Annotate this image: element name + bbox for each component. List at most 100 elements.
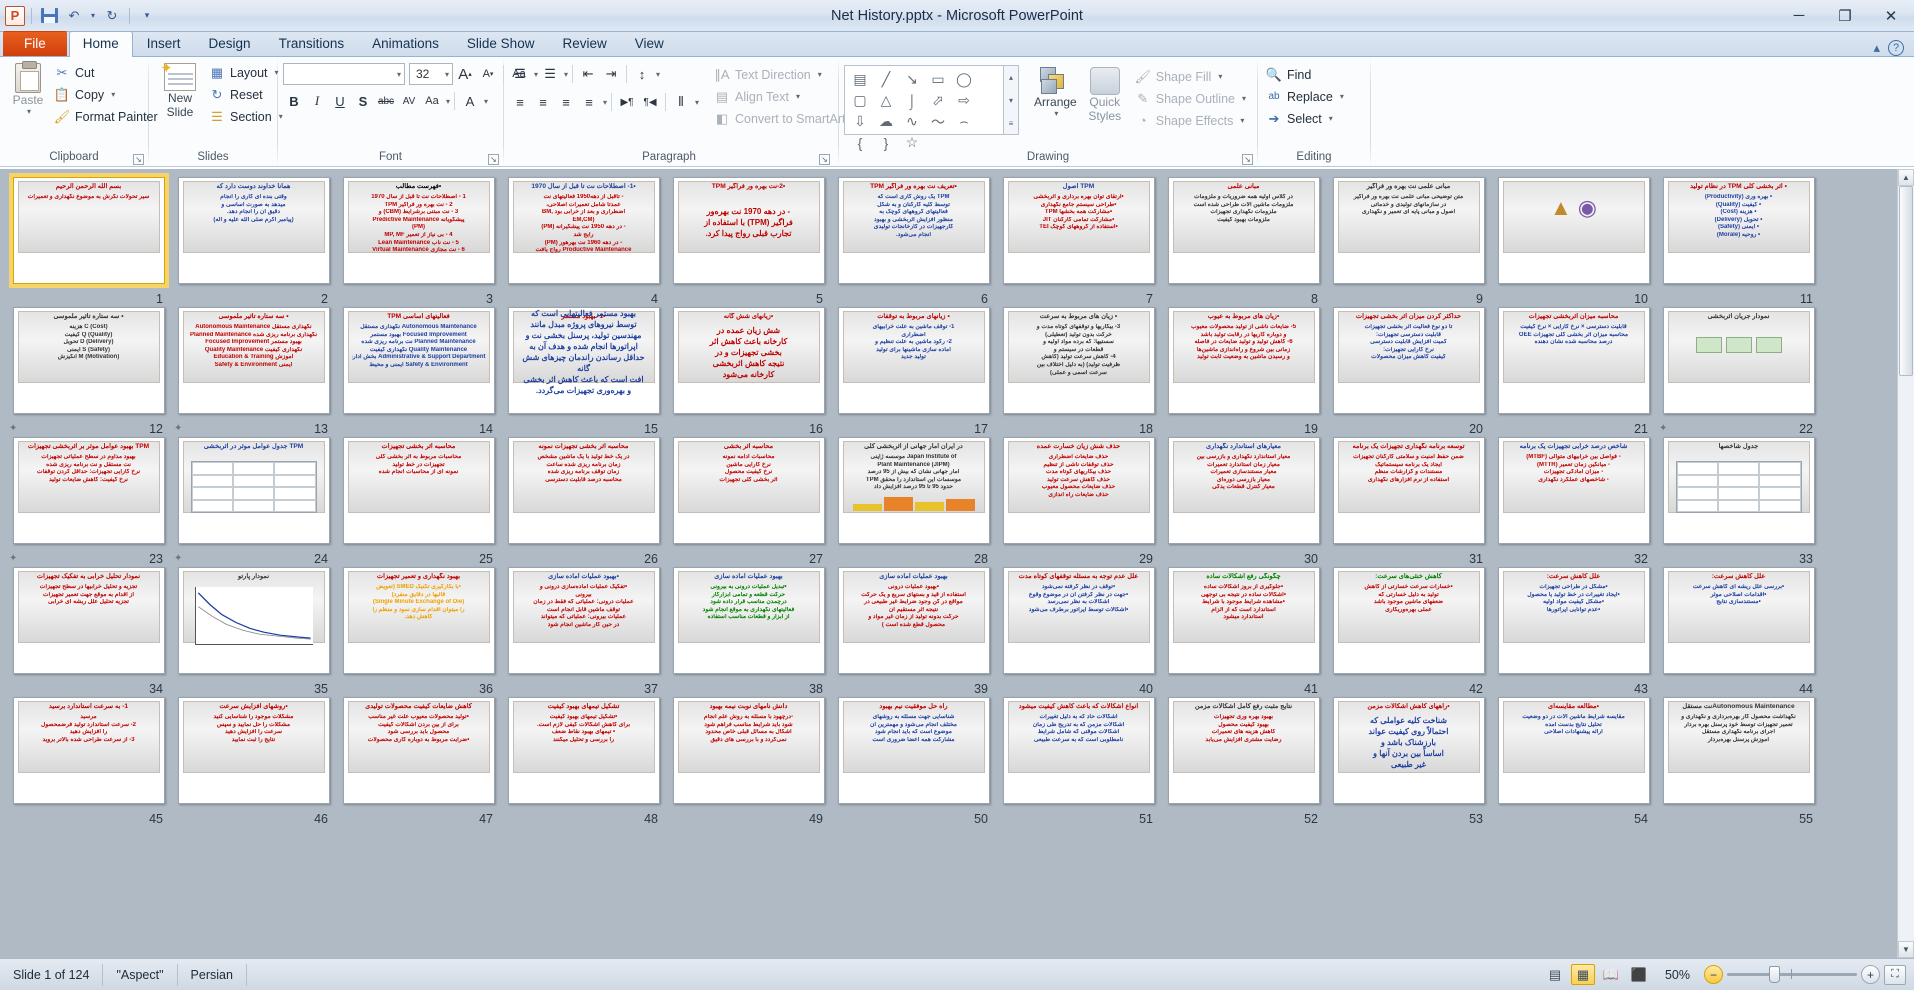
scroll-down-button[interactable]: ▼: [1898, 941, 1914, 958]
slide-thumbnail-frame[interactable]: جدول شاخصها: [1662, 437, 1815, 544]
shape-effects-button[interactable]: ◔ Shape Effects ▾: [1132, 110, 1252, 131]
slide-thumbnail-frame[interactable]: علل کاهش سرعت: •مشکل در طراحی تجهیزات •ایج…: [1497, 567, 1650, 674]
slide-thumbnail-frame[interactable]: •راههای کاهش اشکالات مزمن شناخت کلیه عوام…: [1332, 697, 1485, 804]
font-size-dropdown-icon[interactable]: ▾: [445, 70, 449, 79]
slide-thumbnail-frame[interactable]: •1- اصطلاحات نت تا قبل از سال 1970 - تاقب…: [507, 177, 660, 284]
replace-button[interactable]: ab Replace ▾: [1263, 86, 1350, 107]
shape-elbow-connector-icon[interactable]: ⌡: [899, 90, 925, 111]
close-button[interactable]: ✕: [1868, 0, 1914, 31]
slide-thumbnail-frame[interactable]: راه حل موفقیت نیم بهبود شناسایی جهت مسئله…: [837, 697, 990, 804]
slide-thumbnail-49[interactable]: دانش نامهای نوبت نیمه بهبود -درچهود با مس…: [666, 695, 831, 826]
slide-thumbnail-41[interactable]: چگونگی رفع اشکالات ساده •جلوگیری از بروز …: [1161, 565, 1326, 696]
slide-thumbnail-frame[interactable]: محاسبه اثر بخشی تجهیزات محاسبات مربوط به …: [342, 437, 495, 544]
slide-thumbnail-frame[interactable]: •مطالعه مقایسه‌ای مقایسه شرایط ماشین آلات…: [1497, 697, 1650, 804]
align-right-button[interactable]: ≡: [555, 91, 577, 113]
numbering-button[interactable]: ☰: [539, 63, 561, 85]
slide-thumbnail-38[interactable]: بهبود عملیات اماده سازی •تبدیل عملیات درو…: [666, 565, 831, 696]
slide-thumbnail-8[interactable]: مبانی علمی در کلاس اولیه همه ضروریات و مل…: [1161, 175, 1326, 306]
shape-textbox-icon[interactable]: ▤: [847, 69, 873, 90]
shapes-scroll-up-icon[interactable]: ▴: [1009, 66, 1013, 88]
slide-thumbnail-frame[interactable]: تشکیل تیمهای بهبود کیفیت •تشکیل تیمهای به…: [507, 697, 660, 804]
slide-thumbnail-frame[interactable]: بسم الله الرحمن الرحیم سیر تحولات نگرش به…: [12, 177, 165, 284]
slide-thumbnail-frame[interactable]: •روشهای افزایش سرعت مشکلات موجود را شناسا…: [177, 697, 330, 804]
shape-oval-icon[interactable]: ◯: [951, 69, 977, 90]
redo-icon[interactable]: ↻: [101, 5, 123, 27]
slide-thumbnail-6[interactable]: •تعریف نت بهره ور فراگیر TPM TPM یک روش ک…: [831, 175, 996, 306]
change-case-button[interactable]: Aa: [421, 90, 443, 112]
slide-thumbnail-frame[interactable]: شاخص درصد خرابی تجهیزات یک برنامه - فواصل…: [1497, 437, 1650, 544]
restore-button[interactable]: ❐: [1822, 0, 1868, 31]
slide-thumbnail-frame[interactable]: •2-نت بهره ور فراگیر TPM - در دهه 1970 نت…: [672, 177, 825, 284]
slide-thumbnail-55[interactable]: Autonomous Maintenanceنت مستقل نگهداشت مح…: [1656, 695, 1821, 826]
slide-thumbnail-frame[interactable]: TPM اصول •ارتقای توان بهره برداری و اثربخ…: [1002, 177, 1155, 284]
zoom-out-button[interactable]: −: [1704, 965, 1723, 984]
slide-thumbnail-frame[interactable]: • زیان های مربوط به سرعت 3- بیکاریها و تو…: [1002, 307, 1155, 414]
ribbon-tabs[interactable]: File Home Insert Design Transitions Anim…: [0, 31, 1914, 57]
slide-thumbnail-frame[interactable]: • زیانهای مربوط به توقفات 1- توقف ماشین ب…: [837, 307, 990, 414]
columns-button[interactable]: ⫴: [670, 91, 692, 113]
window-controls[interactable]: ─ ❐ ✕: [1776, 0, 1914, 31]
drawing-dialog-launcher[interactable]: ↘: [1242, 154, 1253, 165]
slide-thumbnail-43[interactable]: علل کاهش سرعت: •مشکل در طراحی تجهیزات •ایج…: [1491, 565, 1656, 696]
customize-qat-icon[interactable]: ▾: [136, 5, 158, 27]
save-icon[interactable]: [38, 5, 60, 27]
select-button[interactable]: ➔ Select ▾: [1263, 108, 1350, 129]
font-name-input[interactable]: ▾: [283, 63, 405, 85]
select-dropdown-icon[interactable]: ▾: [1329, 114, 1333, 123]
text-direction-dropdown-icon[interactable]: ▾: [818, 70, 822, 79]
slide-thumbnail-frame[interactable]: •زیان های مربوط به عیوب 5- ضایعات ناشی از…: [1167, 307, 1320, 414]
slide-thumbnail-frame[interactable]: دانش نامهای نوبت نیمه بهبود -درچهود با مس…: [672, 697, 825, 804]
slide-thumbnail-frame[interactable]: نتایج مثبت رفع کامل اشکالات مزمن بهبود به…: [1167, 697, 1320, 804]
slide-thumbnail-frame[interactable]: بهبود نگهداری و تعمیر تجهیزات •با بکارگیر…: [342, 567, 495, 674]
view-reading-button[interactable]: 📖: [1599, 964, 1623, 985]
slide-thumbnail-21[interactable]: محاسبه میزان اثربخشی تجهیزات قابلیت دسترس…: [1491, 305, 1656, 436]
slide-thumbnail-frame[interactable]: نمودار جریان اثربخشی: [1662, 307, 1815, 414]
slide-thumbnail-frame[interactable]: •فهرست مطالب 1 - اصطلاحات نت تا قبل از سا…: [342, 177, 495, 284]
slide-thumbnail-frame[interactable]: مبانی علمی نت بهره ور فراگیر متن توضیحی م…: [1332, 177, 1485, 284]
collapse-ribbon-icon[interactable]: ▴: [1873, 40, 1880, 56]
slide-thumbnail-50[interactable]: راه حل موفقیت نیم بهبود شناسایی جهت مسئله…: [831, 695, 996, 826]
slide-thumbnail-17[interactable]: • زیانهای مربوط به توقفات 1- توقف ماشین ب…: [831, 305, 996, 436]
ltr-button[interactable]: ▶¶: [616, 91, 638, 113]
view-slideshow-button[interactable]: ⬛: [1627, 964, 1651, 985]
copy-dropdown-icon[interactable]: ▾: [111, 90, 115, 99]
character-spacing-button[interactable]: AV: [398, 90, 420, 112]
shape-scribble-icon[interactable]: ∿: [899, 111, 925, 132]
slide-thumbnail-frame[interactable]: Autonomous Maintenanceنت مستقل نگهداشت مح…: [1662, 697, 1815, 804]
scroll-track[interactable]: [1898, 186, 1914, 941]
shape-curve-icon[interactable]: 〜: [925, 111, 951, 132]
slide-thumbnail-40[interactable]: علل عدم توجه به مسئله توقفهای کوتاه مدت •…: [996, 565, 1161, 696]
justify-dropdown-icon[interactable]: ▾: [603, 98, 607, 107]
view-slide-sorter-button[interactable]: ▦: [1570, 964, 1595, 985]
slide-thumbnail-16[interactable]: •زیانهای شش گانه شش زیان عمده در کارخانه ب…: [666, 305, 831, 436]
shape-fill-button[interactable]: 🖌 Shape Fill ▾: [1132, 66, 1252, 87]
tab-insert[interactable]: Insert: [133, 31, 195, 56]
slide-thumbnail-frame[interactable]: بهبود عملیات آماده سازی •بهبود عملیات درو…: [837, 567, 990, 674]
paste-button[interactable]: Paste ▾: [5, 61, 51, 118]
slide-thumbnail-frame[interactable]: همانا خداوند دوست دارد که وقتی بنده ای کا…: [177, 177, 330, 284]
slide-thumbnail-frame[interactable]: • اثر بخشی کلی TPM در نظام تولید • بهره و…: [1662, 177, 1815, 284]
shape-outline-dropdown-icon[interactable]: ▾: [1242, 94, 1246, 103]
scroll-up-button[interactable]: ▲: [1898, 169, 1914, 186]
tab-transitions[interactable]: Transitions: [265, 31, 359, 56]
paste-dropdown-icon[interactable]: ▾: [27, 107, 31, 116]
bold-button[interactable]: B: [283, 90, 305, 112]
slide-thumbnail-34[interactable]: نمودار تحلیل خرابی به تفکیک تجهیزات تجزیه…: [6, 565, 171, 696]
slide-thumbnail-frame[interactable]: انواع اشکالات که باعث کاهش کیفیت میشود اش…: [1002, 697, 1155, 804]
slide-thumbnail-frame[interactable]: حداکثر کردن میزان اثر بخشی تجهیزات تا دو …: [1332, 307, 1485, 414]
shape-outline-button[interactable]: ✎ Shape Outline ▾: [1132, 88, 1252, 109]
tab-home[interactable]: Home: [68, 31, 133, 57]
slide-thumbnail-24[interactable]: TPM جدول عوامل موثر در اثربخشی ✦ 24: [171, 435, 336, 566]
slide-thumbnail-18[interactable]: • زیان های مربوط به سرعت 3- بیکاریها و تو…: [996, 305, 1161, 436]
slide-thumbnail-14[interactable]: فعالیتهای اساسی TPM Autonomous Maintenanc…: [336, 305, 501, 436]
slide-thumbnail-frame[interactable]: • سه ستاره تاثیر ملموسی نگهداری مستقل Aut…: [177, 307, 330, 414]
slide-thumbnail-11[interactable]: • اثر بخشی کلی TPM در نظام تولید • بهره و…: [1656, 175, 1821, 306]
animation-star-icon[interactable]: ✦: [9, 553, 17, 564]
tab-design[interactable]: Design: [195, 31, 265, 56]
slide-thumbnail-frame[interactable]: توسعه برنامه نگهداری تجهیزات یک برنامه ضم…: [1332, 437, 1485, 544]
animation-star-icon[interactable]: ✦: [9, 423, 17, 434]
shape-arrow-icon[interactable]: ↘: [899, 69, 925, 90]
slide-thumbnail-frame[interactable]: بهبود عملیات اماده سازی •تبدیل عملیات درو…: [672, 567, 825, 674]
slide-thumbnail-frame[interactable]: چگونگی رفع اشکالات ساده •جلوگیری از بروز …: [1167, 567, 1320, 674]
slide-thumbnail-frame[interactable]: •بهبود عملیات اماده سازی •تفکیک عملیات آم…: [507, 567, 660, 674]
